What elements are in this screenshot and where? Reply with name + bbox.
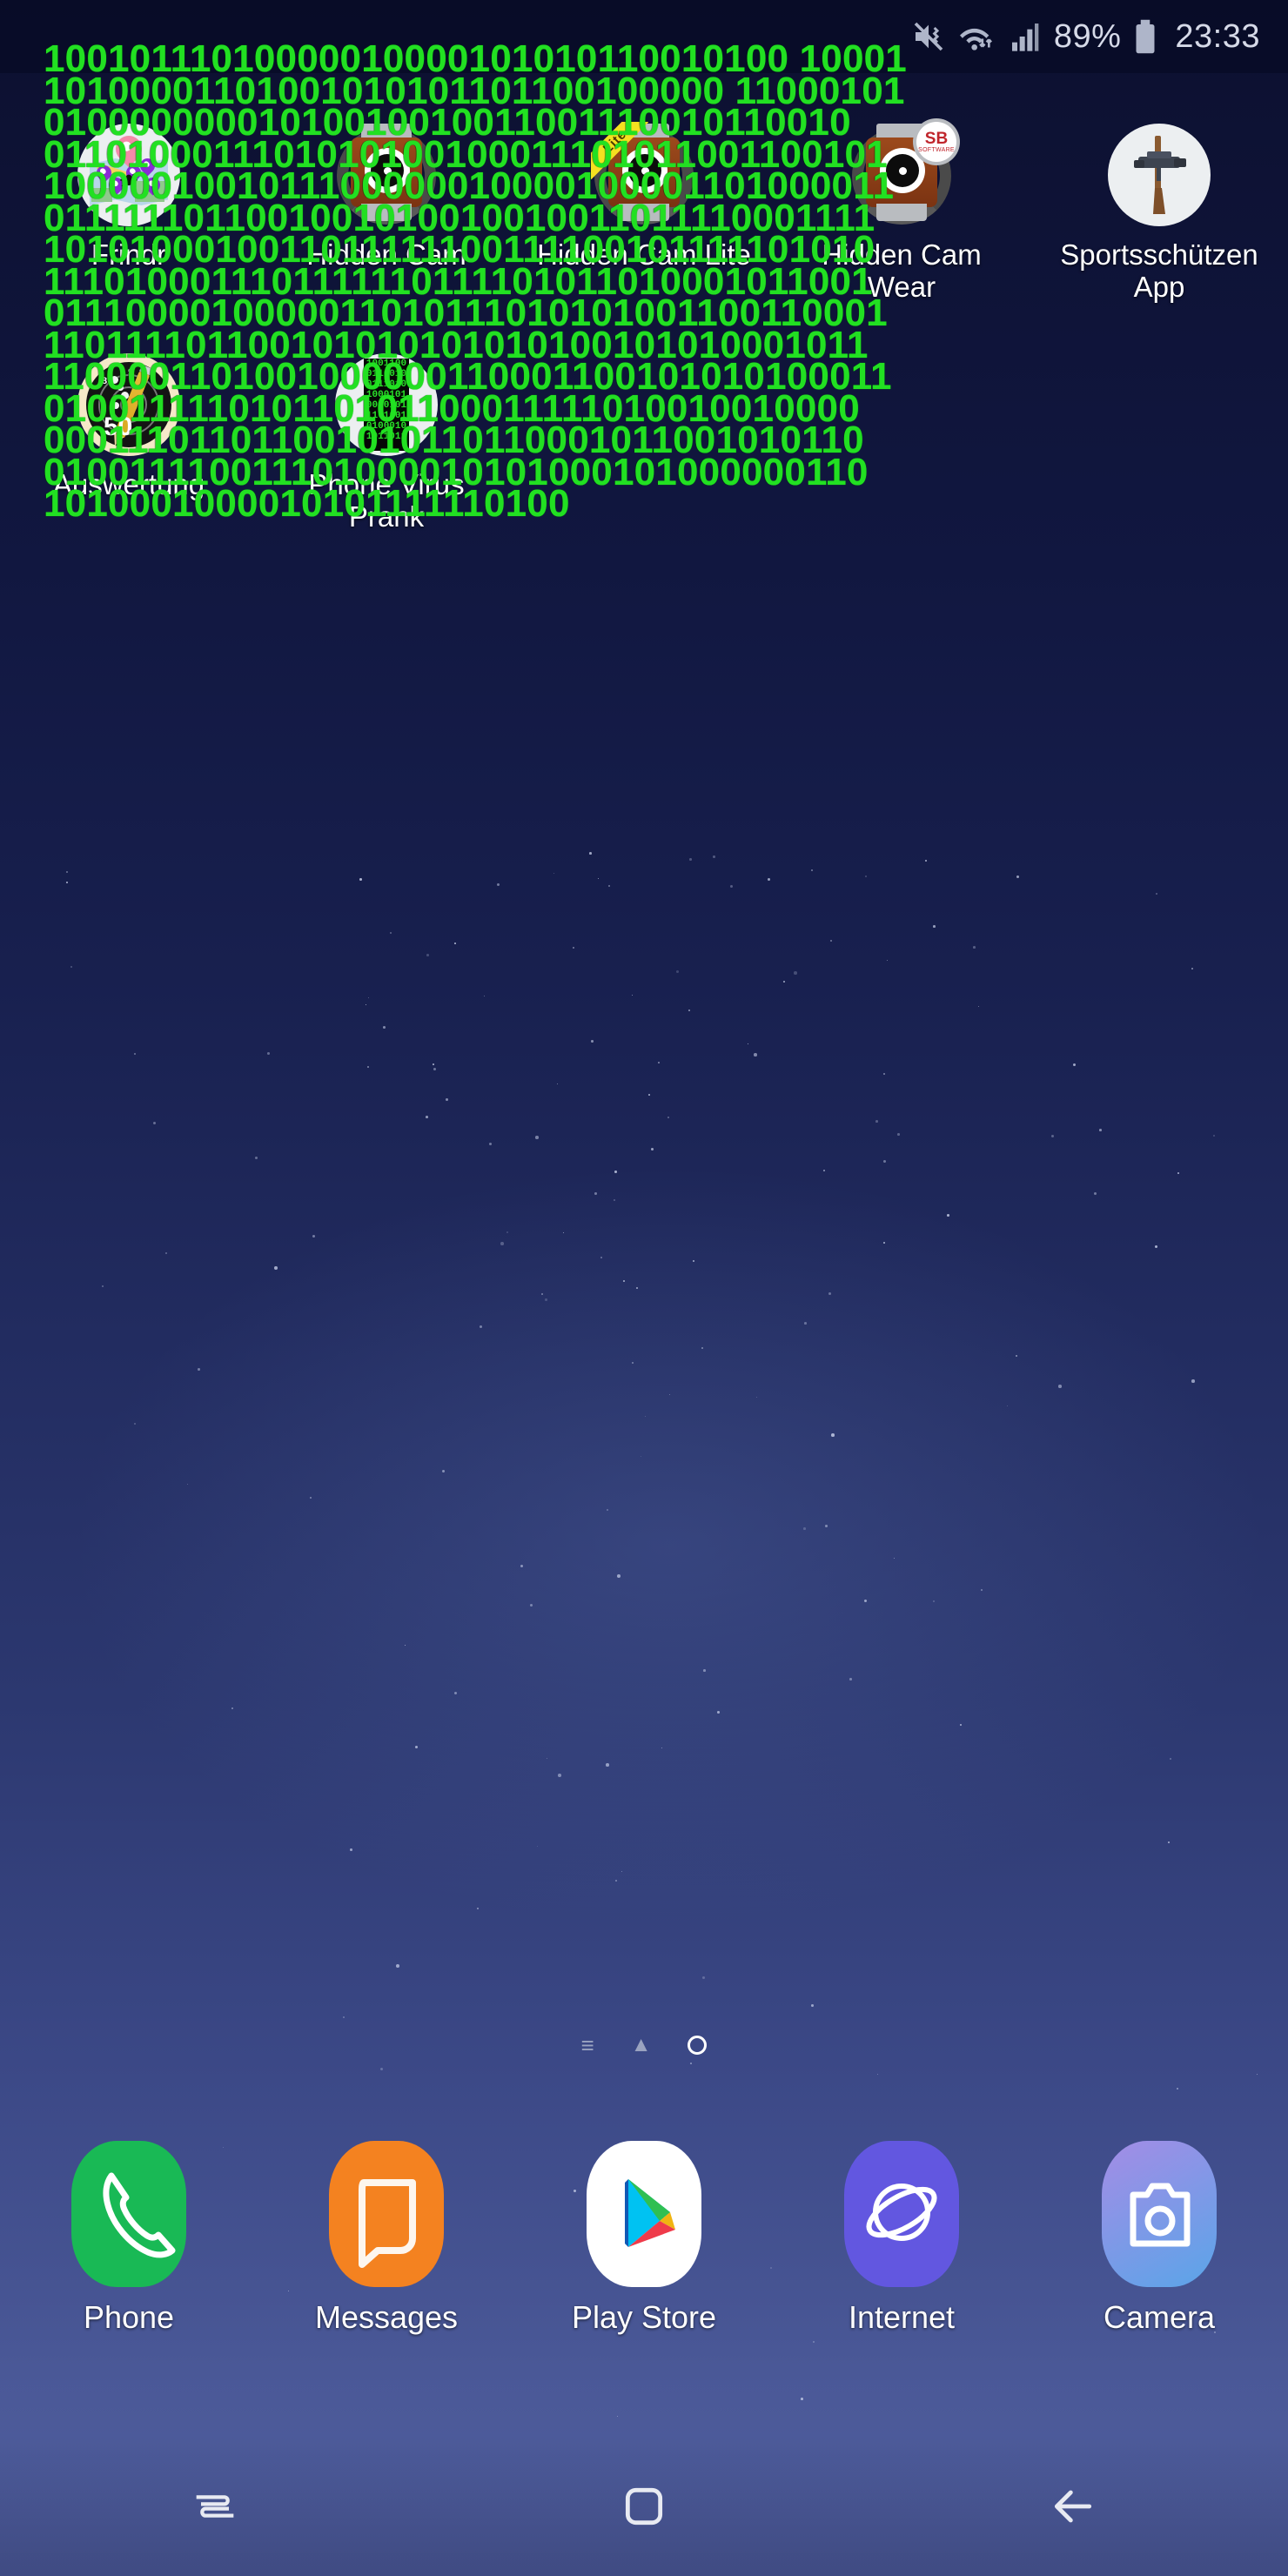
app-slot-empty: [515, 334, 773, 533]
back-arrow-icon: [1054, 2490, 1091, 2523]
recents-button[interactable]: [0, 2479, 429, 2534]
phone-icon: [71, 2141, 186, 2287]
map-pin-icon: [77, 124, 180, 226]
app-phone-virus-prank[interactable]: 1001100 0110010 0111010 1000101 0010101 11010…: [258, 334, 515, 533]
dock-item-play-store[interactable]: Play Store: [515, 2141, 773, 2376]
dock-label: Internet: [848, 2299, 956, 2335]
shooting-target-icon: 8 9 7 50: [77, 353, 180, 456]
app-frindr[interactable]: Frindr: [0, 104, 258, 303]
battery-percent-label: 89%: [1053, 17, 1122, 55]
current-page-dot[interactable]: [688, 2036, 708, 2055]
app-label: Hidden Cam Lite: [537, 238, 751, 271]
home-square-icon: [625, 2487, 662, 2526]
app-sportsschuetzen[interactable]: Sportsschützen App: [1030, 104, 1288, 303]
dock-item-messages[interactable]: Messages: [258, 2141, 515, 2376]
app-label: Frindr: [91, 238, 167, 271]
app-label: Hidden Cam Wear: [822, 238, 982, 303]
dock-item-internet[interactable]: Internet: [773, 2141, 1030, 2376]
wifi-icon: [959, 28, 992, 50]
app-row-2: 8 9 7 50 Auswertung 10011000110010011101…: [0, 334, 1288, 533]
lite-badge-icon: Lite: [591, 122, 648, 179]
retro-camera-icon: [335, 124, 438, 226]
sb-badge-sub: SOFTWARE: [918, 146, 955, 153]
play-store-icon: [587, 2141, 701, 2287]
app-slot-empty: [773, 334, 1030, 533]
sb-badge-brand: SB: [924, 129, 949, 148]
dock-item-phone[interactable]: Phone: [0, 2141, 258, 2376]
clock-label: 23:33: [1175, 17, 1260, 55]
list-glyph-icon[interactable]: ≡: [581, 2032, 594, 2059]
dock-label: Play Store: [571, 2299, 717, 2335]
target-score: 50: [104, 413, 133, 441]
camera-icon: [1102, 2141, 1217, 2287]
app-hidden-cam-wear[interactable]: SB SOFTWARE Hidden Cam Wear: [773, 104, 1030, 303]
dock-label: Camera: [1103, 2299, 1216, 2335]
home-button[interactable]: [429, 2479, 858, 2534]
app-label: Phone Virus Prank: [308, 468, 465, 533]
back-button[interactable]: [858, 2479, 1287, 2534]
app-hidden-cam[interactable]: Hidden Cam: [258, 104, 515, 303]
battery-icon: [1136, 19, 1155, 54]
dock-label: Phone: [83, 2299, 175, 2335]
recents-icon: [196, 2495, 233, 2518]
app-hidden-cam-lite[interactable]: Lite Hidden Cam Lite: [515, 104, 773, 303]
dock: Phone Messages Play Store Internet Camer…: [0, 2141, 1288, 2376]
rifle-icon: [1108, 124, 1211, 226]
internet-planet-icon: [844, 2141, 959, 2287]
app-label: Auswertung: [52, 468, 205, 500]
retro-camera-lite-icon: Lite: [591, 122, 695, 226]
app-label: Hidden Cam: [306, 238, 466, 271]
phone-virus-icon: 1001100 0110010 0111010 1000101 0010101 11010…: [335, 353, 438, 456]
lite-badge-label: Lite: [591, 122, 648, 179]
home-glyph-icon[interactable]: ▲: [631, 2033, 652, 2057]
app-slot-empty: [1030, 334, 1288, 533]
bug-icon: [120, 172, 138, 186]
dock-label: Messages: [314, 2299, 459, 2335]
page-indicator: ≡ ▲: [0, 2019, 1288, 2071]
sb-software-badge-icon: SB SOFTWARE: [916, 122, 956, 162]
retro-camera-wear-icon: SB SOFTWARE: [850, 122, 956, 226]
navigation-bar: [0, 2437, 1288, 2576]
message-bubble-icon: [329, 2141, 444, 2287]
app-row-1: Frindr Hidden Cam Lite Hidden Cam Lite S…: [0, 104, 1288, 303]
status-bar: 89% 23:33: [0, 0, 1288, 73]
app-auswertung[interactable]: 8 9 7 50 Auswertung: [0, 334, 258, 533]
app-grid: Frindr Hidden Cam Lite Hidden Cam Lite S…: [0, 104, 1288, 533]
mute-vibrate-icon: [914, 22, 943, 51]
app-label: Sportsschützen App: [1060, 238, 1258, 303]
signal-bars-icon: [1011, 23, 1039, 51]
dock-item-camera[interactable]: Camera: [1030, 2141, 1288, 2376]
